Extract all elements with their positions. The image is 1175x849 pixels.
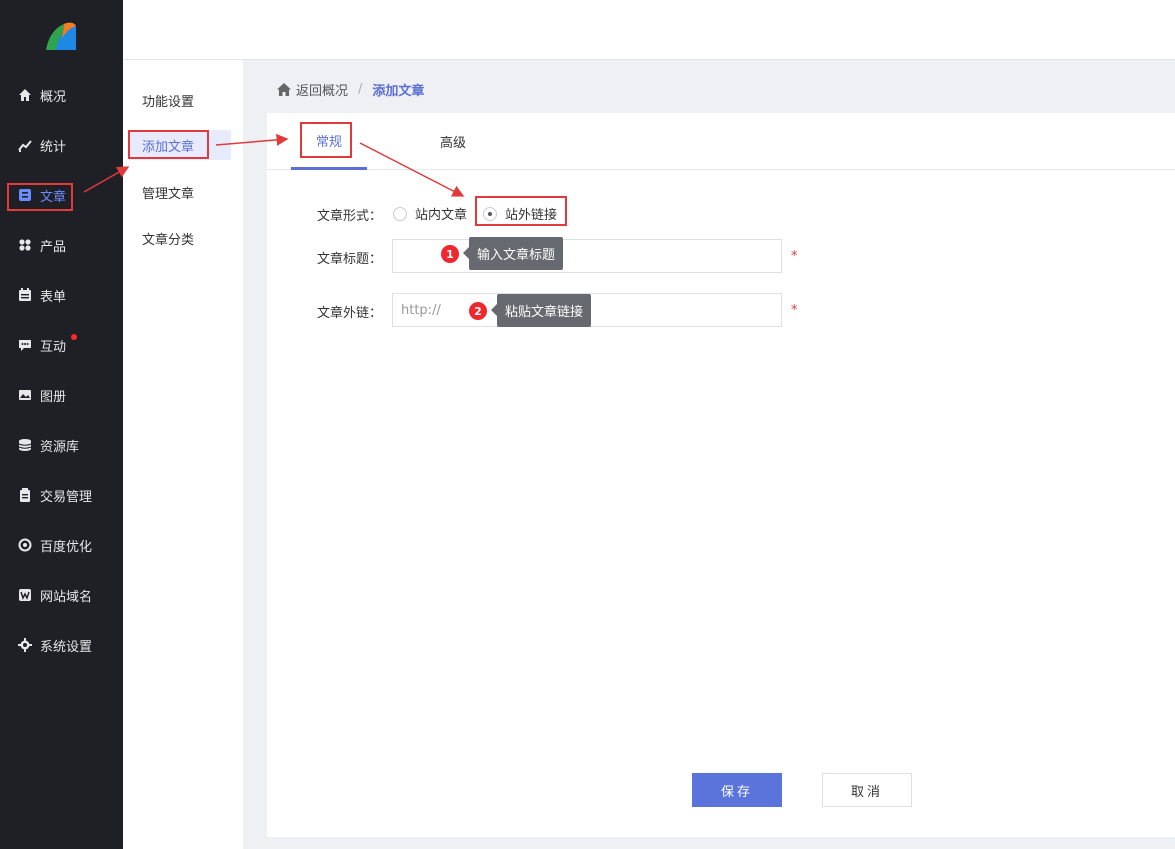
chat-icon	[18, 338, 32, 352]
radio-label: 站外链接	[505, 208, 558, 223]
sidebar-item-label: 概况	[40, 89, 67, 105]
article-form-card: 常规 高级 文章形式： 站内文章 站外链接 文章标题： * 文章外链： * 保存…	[267, 113, 1175, 837]
hint-tooltip: 粘贴文章链接	[490, 294, 592, 327]
sidebar-item-label: 图册	[40, 389, 67, 405]
submenu-item-add-article[interactable]: 添加文章	[129, 130, 231, 160]
submenu-item-category[interactable]: 文章分类	[123, 223, 243, 253]
grid-icon	[18, 238, 32, 252]
link-label: 文章外链：	[317, 306, 383, 321]
radio-external-link[interactable]: 站外链接	[483, 204, 557, 223]
album-icon	[18, 388, 32, 402]
sidebar-item-label: 资源库	[40, 439, 80, 455]
breadcrumb-separator: /	[358, 81, 363, 97]
sidebar-item-settings[interactable]: 系统设置	[0, 620, 123, 670]
step-badge: 2	[469, 302, 487, 320]
required-mark: *	[791, 249, 798, 264]
cancel-button[interactable]: 取消	[822, 773, 912, 807]
submenu-item-settings[interactable]: 功能设置	[123, 85, 243, 115]
sidebar-item-product[interactable]: 产品	[0, 220, 123, 270]
breadcrumb-current: 添加文章	[372, 83, 425, 99]
notification-dot	[71, 334, 77, 340]
sidebar-item-seo[interactable]: 百度优化	[0, 520, 123, 570]
sidebar-item-resources[interactable]: 资源库	[0, 420, 123, 470]
sidebar-item-album[interactable]: 图册	[0, 370, 123, 420]
form-icon	[18, 288, 32, 302]
home-icon	[277, 82, 291, 96]
radio-circle	[393, 206, 407, 221]
sidebar-item-label: 交易管理	[40, 489, 93, 505]
database-icon	[18, 438, 32, 452]
sidebar-item-form[interactable]: 表单	[0, 270, 123, 320]
highlight-box	[7, 183, 73, 211]
seo-icon	[18, 538, 32, 552]
radio-label: 站内文章	[415, 208, 468, 223]
radio-internal-article[interactable]: 站内文章	[393, 204, 467, 223]
step-badge: 1	[441, 245, 459, 263]
sidebar-item-label: 统计	[40, 139, 67, 155]
sidebar-item-interact[interactable]: 互动	[0, 320, 123, 370]
title-label: 文章标题：	[317, 252, 383, 267]
sidebar-item-label: 网站域名	[40, 589, 93, 605]
logo-icon	[46, 22, 76, 50]
article-submenu: 功能设置 添加文章 管理文章 文章分类	[123, 60, 243, 849]
breadcrumb: 返回概况 / 添加文章	[277, 79, 424, 99]
sidebar-item-label: 系统设置	[40, 639, 93, 655]
top-header	[123, 0, 1175, 60]
tab-advanced[interactable]: 高级	[415, 113, 491, 170]
sidebar-item-label: 表单	[40, 289, 67, 305]
sidebar-item-article[interactable]: 文章	[0, 170, 123, 220]
radio-circle-checked	[483, 206, 497, 221]
sidebar-item-trade[interactable]: 交易管理	[0, 470, 123, 520]
breadcrumb-home-link[interactable]: 返回概况	[296, 80, 348, 99]
sidebar-item-label: 百度优化	[40, 539, 93, 555]
type-label: 文章形式：	[317, 209, 383, 224]
home-icon	[18, 88, 32, 102]
submenu-item-manage[interactable]: 管理文章	[123, 177, 243, 207]
chart-icon	[18, 138, 32, 152]
tab-general[interactable]: 常规	[291, 113, 367, 170]
sidebar-item-domain[interactable]: 网站域名	[0, 570, 123, 620]
tab-bar: 常规 高级	[267, 113, 1175, 170]
gear-icon	[18, 638, 32, 652]
domain-icon	[18, 588, 32, 602]
required-mark: *	[791, 303, 798, 318]
sidebar-item-label: 产品	[40, 239, 67, 255]
main-sidebar: 概况 统计 文章 产品 表单 互动 图册 资源库 交易管理 百度优化 网站域名	[0, 0, 123, 849]
trade-icon	[18, 488, 32, 502]
sidebar-item-label: 互动	[40, 339, 67, 355]
sidebar-item-overview[interactable]: 概况	[0, 70, 123, 120]
sidebar-item-stats[interactable]: 统计	[0, 120, 123, 170]
save-button[interactable]: 保存	[692, 773, 782, 807]
hint-tooltip: 输入文章标题	[462, 237, 564, 270]
